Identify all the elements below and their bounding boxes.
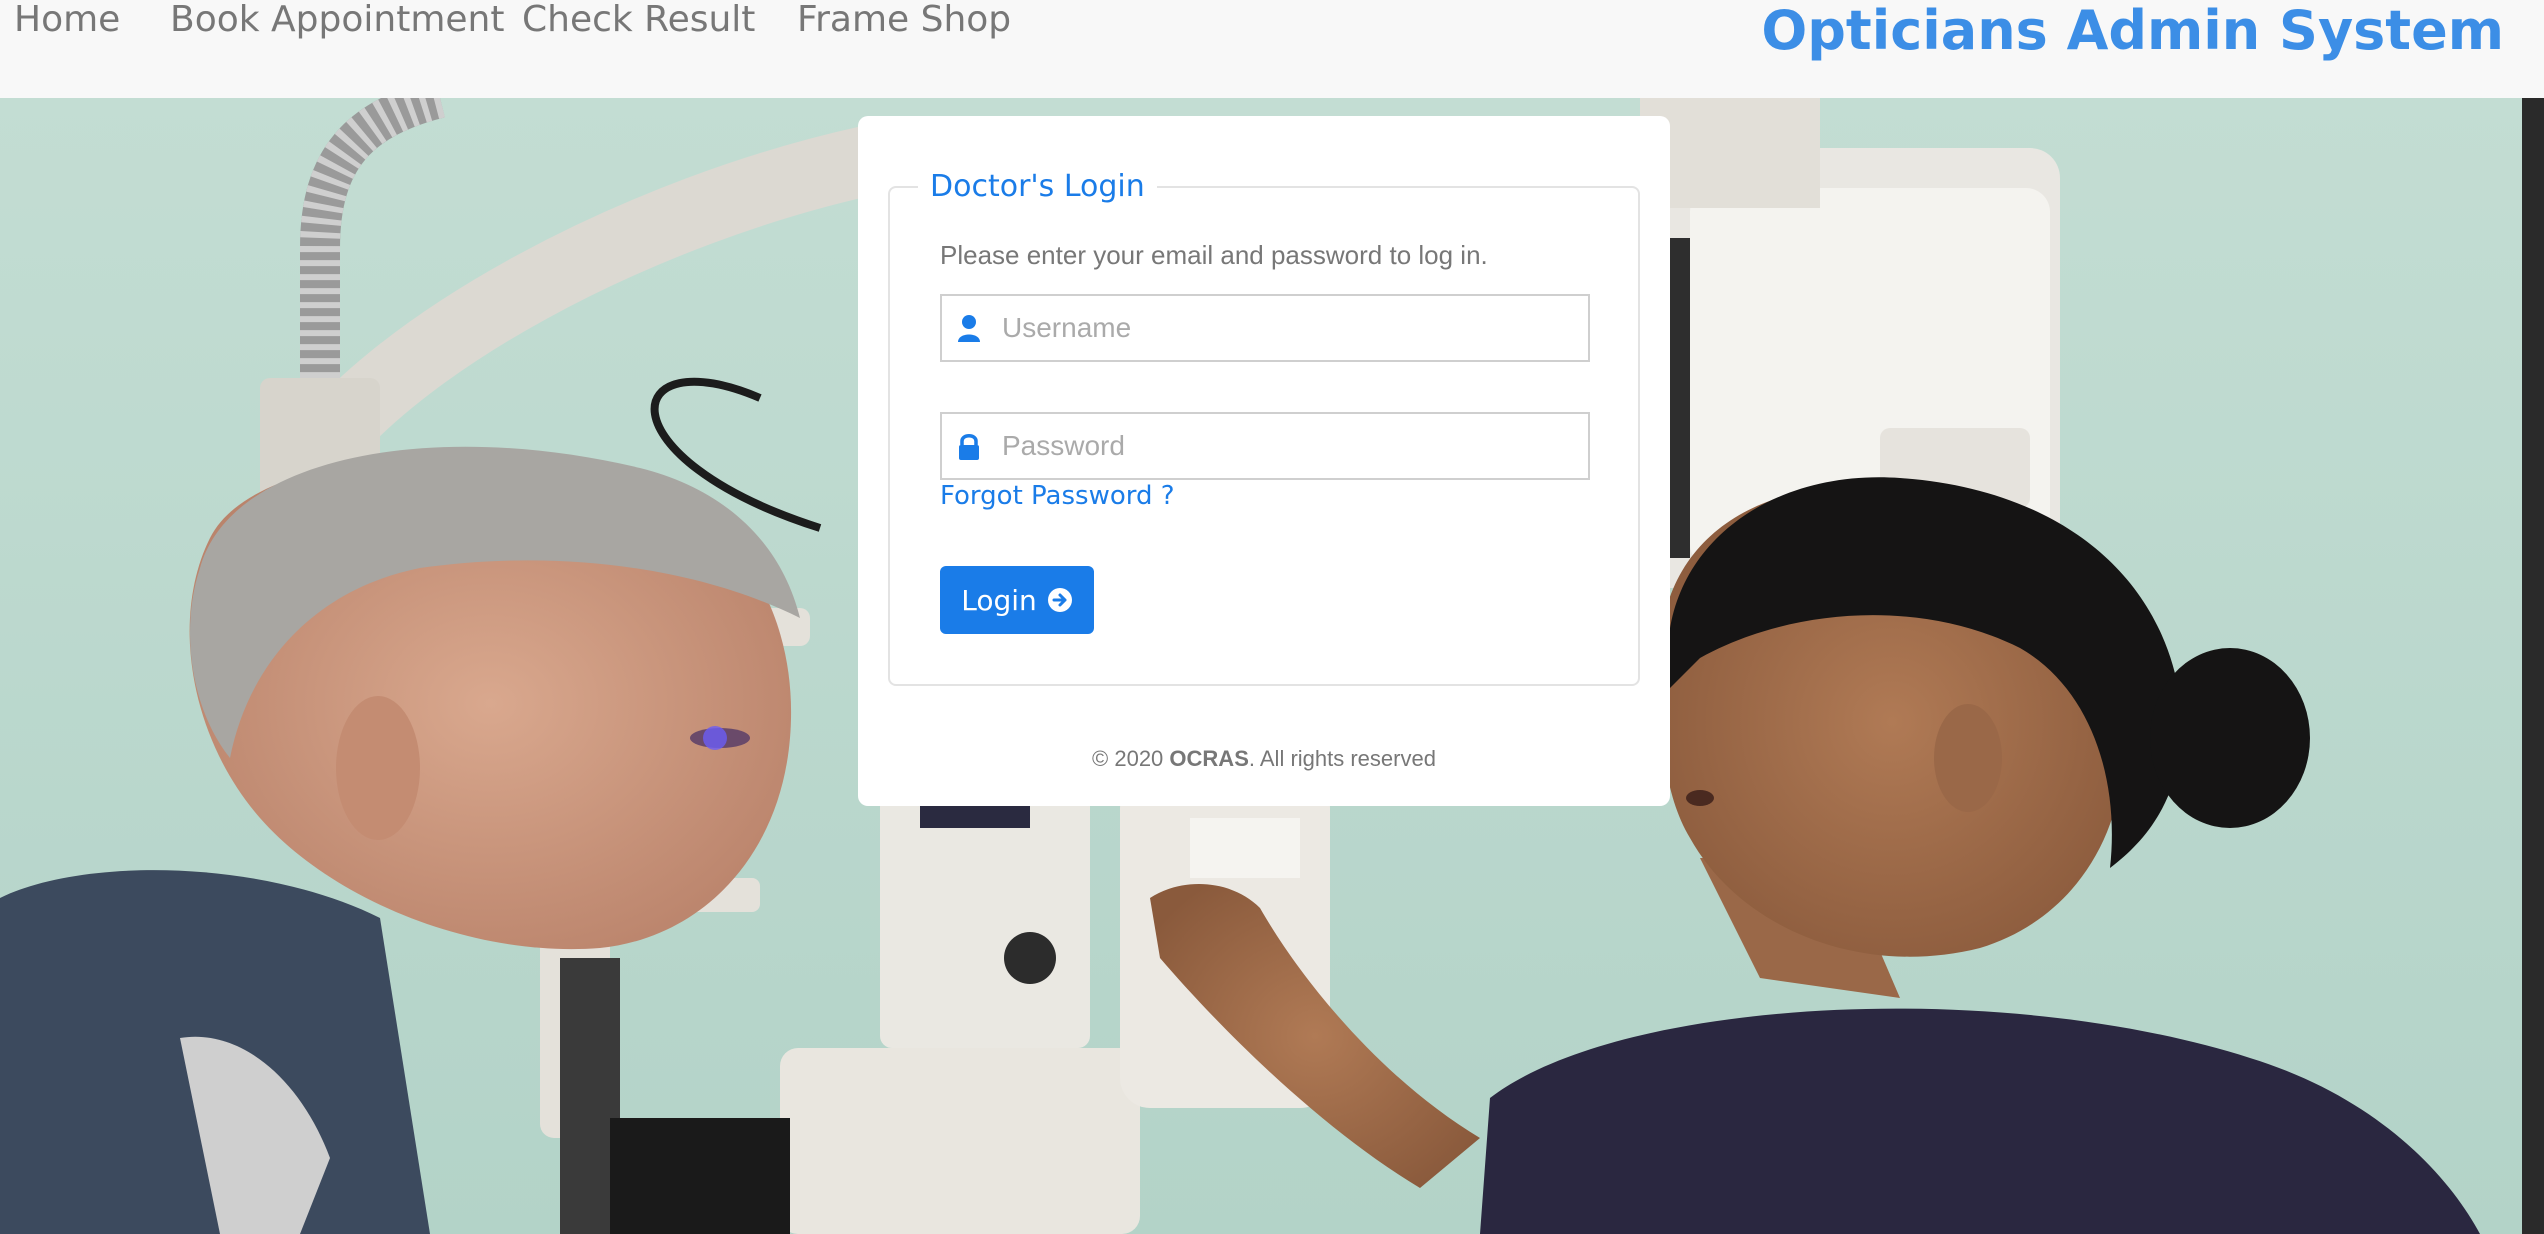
login-hint: Please enter your email and password to … (940, 240, 1488, 270)
copyright-footer: © 2020 OCRAS. All rights reserved (858, 746, 1670, 772)
copyright-org: OCRAS (1169, 746, 1249, 771)
nav-link-home[interactable]: Home (14, 0, 120, 40)
lock-icon (956, 432, 982, 462)
nav-link-frame-shop[interactable]: Frame Shop (797, 0, 1011, 40)
username-field[interactable] (940, 294, 1590, 362)
forgot-password-link[interactable]: Forgot Password ? (940, 481, 1175, 511)
login-card: Doctor's Login Please enter your email a… (858, 116, 1670, 806)
login-legend: Doctor's Login (918, 162, 1157, 212)
copyright-suffix: . All rights reserved (1248, 746, 1436, 771)
nav-link-check-result[interactable]: Check Result (522, 0, 755, 40)
arrow-circle-right-icon (1047, 587, 1073, 613)
brand-title[interactable]: Opticians Admin System (1761, 0, 2504, 62)
username-input[interactable] (1002, 304, 1572, 352)
login-button[interactable]: Login (940, 566, 1094, 634)
password-input[interactable] (1002, 422, 1572, 470)
nav-link-book-appointment[interactable]: Book Appointment (170, 0, 504, 40)
top-navbar: Home Book Appointment Check Result Frame… (0, 0, 2544, 98)
login-fieldset: Doctor's Login Please enter your email a… (888, 162, 1640, 686)
login-button-label: Login (961, 583, 1037, 617)
password-field[interactable] (940, 412, 1590, 480)
copyright-prefix: © 2020 (1092, 746, 1170, 771)
user-icon (956, 314, 982, 344)
